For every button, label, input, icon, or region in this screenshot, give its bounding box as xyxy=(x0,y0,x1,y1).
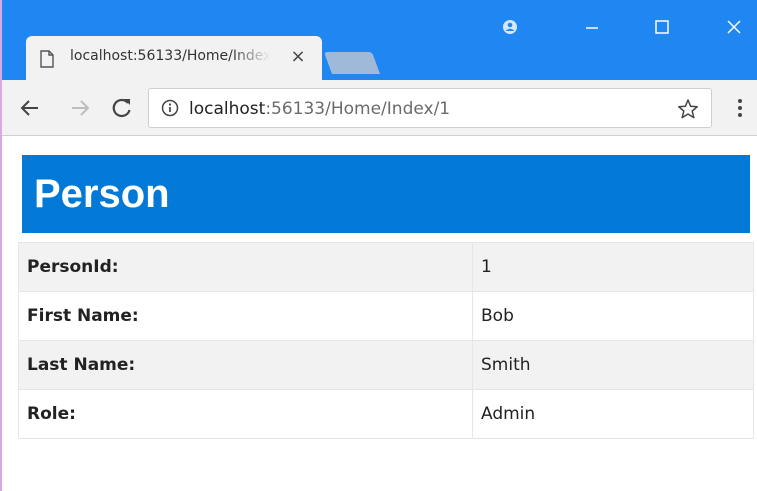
address-bar[interactable]: localhost:56133/Home/Index/1 xyxy=(148,88,712,128)
menu-icon[interactable] xyxy=(732,94,748,122)
row-value: Admin xyxy=(472,389,754,439)
row-label: Role: xyxy=(18,389,473,439)
forward-icon[interactable] xyxy=(66,94,94,122)
page-content: Person PersonId: 1 First Name: Bob Last … xyxy=(2,136,757,491)
table-row: Last Name: Smith xyxy=(18,340,754,390)
close-icon[interactable] xyxy=(714,10,754,44)
row-value: 1 xyxy=(472,242,754,292)
table-row: First Name: Bob xyxy=(18,291,754,341)
browser-tab[interactable]: localhost:56133/Home/Index/1 × xyxy=(26,36,322,80)
reload-icon[interactable] xyxy=(108,94,136,122)
tab-close-icon[interactable]: × xyxy=(288,46,308,68)
row-label: Last Name: xyxy=(18,340,473,390)
info-icon[interactable] xyxy=(161,99,179,117)
row-value: Smith xyxy=(472,340,754,390)
back-icon[interactable] xyxy=(16,94,44,122)
minimize-icon[interactable] xyxy=(572,10,612,44)
url-host: localhost xyxy=(189,99,266,119)
tab-title: localhost:56133/Home/Index/1 xyxy=(70,48,270,64)
url-text: localhost:56133/Home/Index/1 xyxy=(189,98,450,120)
browser-toolbar: localhost:56133/Home/Index/1 xyxy=(2,80,757,136)
row-label: First Name: xyxy=(18,291,473,341)
profile-icon[interactable] xyxy=(490,10,530,44)
table-row: PersonId: 1 xyxy=(18,242,754,292)
page-title: Person xyxy=(34,172,170,216)
url-path: :56133/Home/Index/1 xyxy=(265,99,451,119)
row-label: PersonId: xyxy=(18,242,473,292)
person-details-table: PersonId: 1 First Name: Bob Last Name: S… xyxy=(18,242,754,439)
table-row: Role: Admin xyxy=(18,389,754,439)
browser-window: localhost:56133/Home/Index/1 × localhost… xyxy=(0,0,757,491)
page-icon xyxy=(40,50,54,68)
title-bar: localhost:56133/Home/Index/1 × xyxy=(2,0,757,80)
star-icon[interactable] xyxy=(677,98,699,120)
row-value: Bob xyxy=(472,291,754,341)
new-tab-button[interactable] xyxy=(323,52,381,74)
maximize-icon[interactable] xyxy=(642,10,682,44)
heading-banner: Person xyxy=(22,155,750,233)
